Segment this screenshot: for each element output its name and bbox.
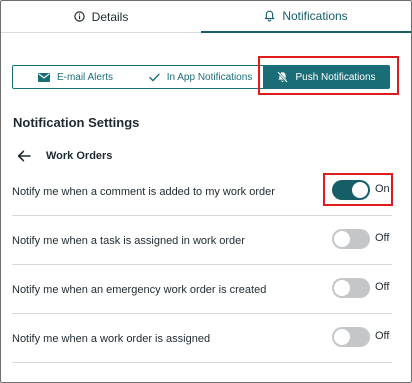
setting-label: Notify me when a work order is assigned bbox=[12, 333, 211, 345]
toggle-knob bbox=[334, 280, 350, 296]
toggle-knob bbox=[334, 329, 350, 345]
setting-label: Notify me when a comment is added to my … bbox=[12, 186, 275, 198]
setting-row: Notify me when a task is assigned in wor… bbox=[12, 217, 392, 265]
checkmark-icon bbox=[148, 73, 160, 82]
group-header: Work Orders bbox=[17, 150, 112, 162]
in-app-notifications-button[interactable]: In App Notifications bbox=[138, 65, 264, 89]
arrow-left-icon[interactable] bbox=[17, 150, 31, 162]
setting-row: Notify me when an emergency work order i… bbox=[12, 266, 392, 314]
toggle-knob bbox=[334, 231, 350, 247]
envelope-icon bbox=[37, 72, 50, 82]
notification-toggle[interactable] bbox=[332, 229, 370, 249]
email-alerts-label: E-mail Alerts bbox=[56, 71, 114, 83]
setting-label: Notify me when a task is assigned in wor… bbox=[12, 235, 245, 247]
in-app-notifications-label: In App Notifications bbox=[166, 71, 253, 83]
toggle-state-label: Off bbox=[375, 330, 390, 342]
push-notifications-highlight bbox=[258, 56, 399, 95]
notification-toggle[interactable] bbox=[332, 327, 370, 347]
group-label: Work Orders bbox=[46, 150, 113, 162]
setting-label: Notify me when an emergency work order i… bbox=[12, 284, 267, 296]
toggle-highlight bbox=[323, 173, 393, 206]
section-title: Notification Settings bbox=[13, 115, 140, 130]
toggle-state-label: Off bbox=[375, 232, 390, 244]
tab-notifications-label: Notifications bbox=[282, 9, 348, 23]
toggle-state-label: Off bbox=[375, 281, 390, 293]
info-circle-icon bbox=[73, 11, 85, 22]
tab-details-label: Details bbox=[91, 9, 129, 24]
tab-notifications[interactable]: Notifications bbox=[201, 1, 411, 33]
setting-row: Notify me when a work order is assigned O… bbox=[12, 315, 392, 363]
top-tabs: Details Notifications bbox=[1, 1, 411, 33]
tab-details[interactable]: Details bbox=[1, 1, 201, 33]
notification-toggle[interactable] bbox=[332, 278, 370, 298]
bell-icon bbox=[264, 10, 275, 22]
email-alerts-button[interactable]: E-mail Alerts bbox=[12, 65, 139, 89]
